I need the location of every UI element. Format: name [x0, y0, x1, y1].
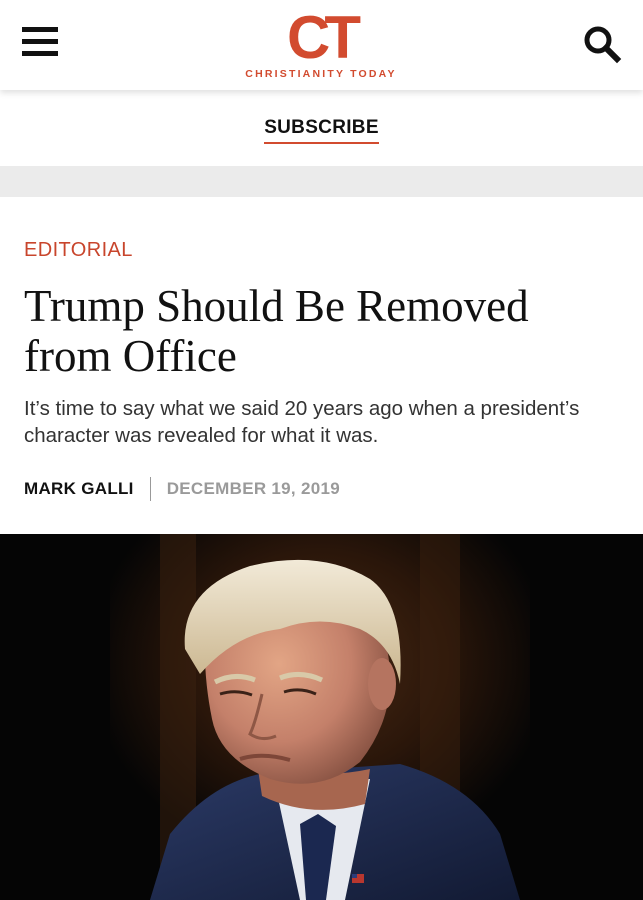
menu-line [22, 51, 58, 56]
logo-mark: CT [287, 4, 361, 71]
search-icon-graphic [584, 26, 622, 64]
menu-line [22, 27, 58, 32]
article-headline: Trump Should Be Removed from Office [24, 281, 529, 381]
article-header: EDITORIAL Trump Should Be Removed from O… [0, 197, 643, 534]
hero-photo-illustration [0, 534, 643, 900]
byline: MARK GALLI DECEMBER 19, 2019 [24, 477, 340, 501]
hamburger-menu-icon[interactable] [22, 26, 58, 56]
site-logo[interactable]: CT CHRISTIANITY TODAY [230, 4, 412, 82]
subscribe-bar: SUBSCRIBE [0, 90, 643, 166]
author-name[interactable]: MARK GALLI [24, 479, 134, 499]
article-dek: It’s time to say what we said 20 years a… [24, 397, 580, 447]
logo-text: CHRISTIANITY TODAY [245, 68, 397, 80]
byline-divider [149, 477, 151, 501]
search-icon[interactable] [582, 24, 622, 64]
hero-image [0, 534, 643, 900]
ad-spacer [0, 166, 643, 197]
menu-line [22, 39, 58, 44]
publish-date: DECEMBER 19, 2019 [166, 479, 341, 498]
site-header: CT CHRISTIANITY TODAY [0, 0, 643, 90]
section-label[interactable]: EDITORIAL [24, 239, 133, 262]
subscribe-link[interactable]: SUBSCRIBE [264, 117, 379, 144]
